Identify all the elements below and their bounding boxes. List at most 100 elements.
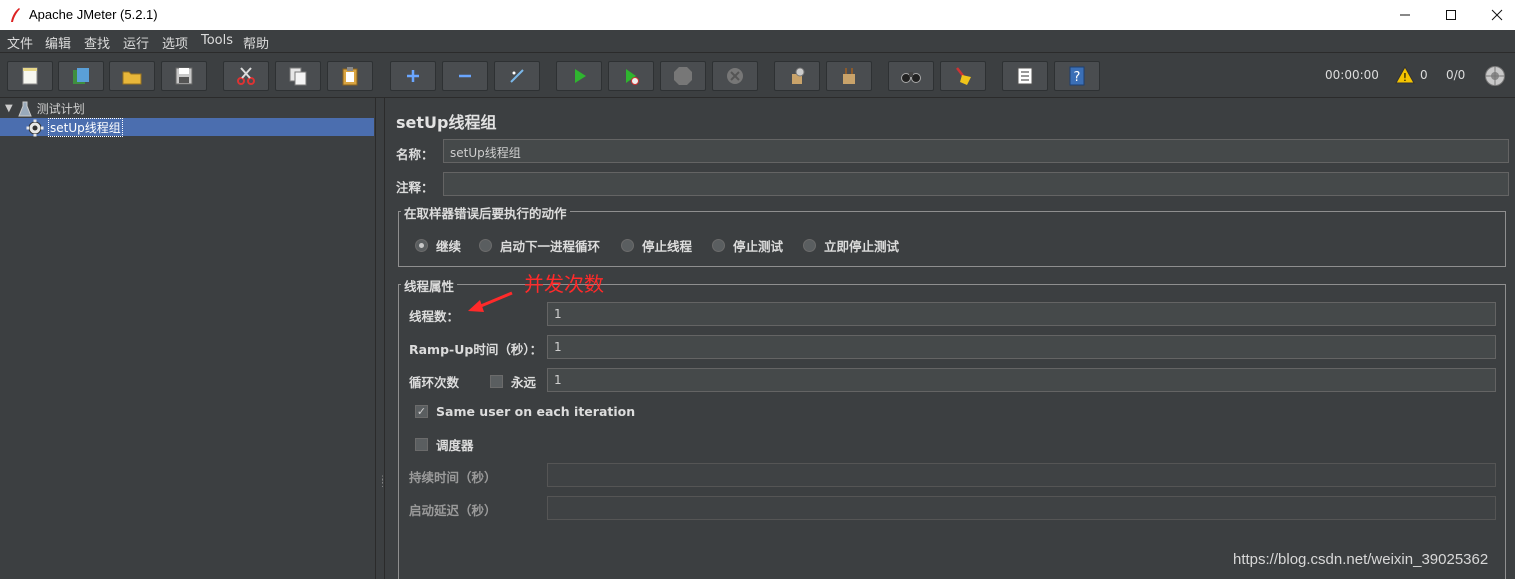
tree-node-setup-thread-group[interactable]: setUp线程组 (26, 118, 123, 137)
save-button[interactable] (161, 61, 207, 91)
radio-stop-test-label: 停止测试 (733, 239, 784, 254)
toggle-button[interactable] (494, 61, 540, 91)
cut-button[interactable] (223, 61, 269, 91)
name-field[interactable]: setUp线程组 (443, 139, 1509, 163)
new-file-icon (22, 67, 38, 85)
warning-count: 0 (1420, 68, 1428, 82)
active-threads: 0/0 (1446, 68, 1466, 82)
radio-start-next-loop[interactable]: 启动下一进程循环 (479, 236, 600, 255)
warning-icon[interactable]: ! (1395, 66, 1415, 84)
thread-properties-title: 线程属性 (401, 276, 458, 295)
radio-stop-test[interactable]: 停止测试 (712, 236, 783, 255)
annotation-arrow-icon (468, 291, 513, 312)
radio-stop-thread[interactable]: 停止线程 (621, 236, 692, 255)
binoculars-icon (901, 72, 921, 83)
radio-icon (621, 239, 634, 252)
threads-field[interactable]: 1 (547, 302, 1496, 326)
clear-button[interactable] (774, 61, 820, 91)
close-button[interactable] (1474, 0, 1515, 30)
start-button[interactable] (556, 61, 602, 91)
annotation-text: 并发次数 (524, 272, 604, 296)
play-icon (575, 69, 586, 83)
tree-node-test-plan[interactable]: ▼ 测试计划 (5, 99, 85, 118)
tree-child-label: setUp线程组 (48, 118, 123, 137)
scheduler-label: 调度器 (436, 438, 474, 453)
minimize-button[interactable] (1382, 0, 1428, 30)
loop-count-field[interactable]: 1 (547, 368, 1496, 392)
menu-file[interactable]: 文件 (7, 33, 33, 52)
radio-stop-test-now[interactable]: 立即停止测试 (803, 236, 899, 255)
paste-button[interactable] (327, 61, 373, 91)
maximize-button[interactable] (1428, 0, 1474, 30)
menu-run[interactable]: 运行 (123, 33, 149, 52)
test-plan-icon (17, 101, 32, 116)
thread-properties-group: 线程属性 (398, 276, 1506, 579)
menu-edit[interactable]: 编辑 (45, 33, 71, 52)
close-icon (1491, 9, 1503, 21)
expand-button[interactable] (390, 61, 436, 91)
new-button[interactable] (7, 61, 53, 91)
duration-field (547, 463, 1496, 487)
startup-delay-label: 启动延迟（秒） (409, 503, 497, 518)
same-user-checkbox[interactable]: ✓ Same user on each iteration (415, 404, 635, 419)
plus-icon (407, 70, 419, 82)
test-plan-tree: ▼ 测试计划 setUp线程组 (0, 98, 376, 579)
scheduler-checkbox[interactable]: 调度器 (415, 435, 474, 454)
radio-continue[interactable]: 继续 (415, 236, 461, 255)
templates-icon (73, 68, 89, 84)
function-helper-button[interactable] (1002, 61, 1048, 91)
shutdown-icon (727, 68, 743, 84)
menu-options[interactable]: 选项 (162, 33, 188, 52)
thread-group-panel: setUp线程组 名称： setUp线程组 注释： 在取样器错误后要执行的动作 … (386, 98, 1515, 579)
collapse-button[interactable] (442, 61, 488, 91)
menu-search[interactable]: 查找 (84, 33, 110, 52)
minimize-icon (1400, 14, 1410, 16)
comment-field[interactable] (443, 172, 1509, 196)
menu-help[interactable]: 帮助 (243, 33, 269, 52)
checkbox-checked-icon: ✓ (415, 405, 428, 418)
clear-all-broom-icon (843, 68, 855, 84)
loop-count-label: 循环次数 (409, 375, 460, 390)
rampup-field[interactable]: 1 (547, 335, 1496, 359)
reset-search-button[interactable] (940, 61, 986, 91)
radio-selected-icon (415, 239, 428, 252)
search-button[interactable] (888, 61, 934, 91)
menu-tools[interactable]: Tools (201, 33, 233, 48)
paste-icon (342, 67, 358, 86)
clear-all-button[interactable] (826, 61, 872, 91)
comment-label: 注释： (396, 180, 434, 195)
jmeter-feather-icon (11, 8, 20, 22)
save-icon (175, 67, 193, 85)
radio-icon (712, 239, 725, 252)
shutdown-button (712, 61, 758, 91)
expand-arrow-icon[interactable]: ▼ (5, 103, 13, 114)
watermark-url: https://blog.csdn.net/weixin_39025362 (1233, 551, 1489, 568)
toggle-wand-icon (510, 69, 524, 83)
same-user-label: Same user on each iteration (436, 404, 636, 419)
stop-icon (674, 67, 692, 85)
maximize-icon (1446, 10, 1456, 20)
start-no-pauses-button[interactable] (608, 61, 654, 91)
help-book-icon: ? (1069, 66, 1085, 86)
help-button[interactable]: ? (1054, 61, 1100, 91)
split-pane-divider[interactable]: ⋮ ⋮ (376, 98, 387, 579)
stop-button (660, 61, 706, 91)
copy-button[interactable] (275, 61, 321, 91)
startup-delay-field (547, 496, 1496, 520)
tree-root-label: 测试计划 (36, 102, 85, 116)
clear-broom-gear-icon (792, 67, 805, 84)
radio-stop-test-now-label: 立即停止测试 (824, 239, 900, 254)
templates-button[interactable] (58, 61, 104, 91)
forever-checkbox[interactable]: 永远 (490, 372, 536, 391)
radio-icon (479, 239, 492, 252)
elapsed-timer: 00:00:00 (1325, 68, 1379, 82)
list-icon (1017, 67, 1033, 85)
svg-text:!: ! (1403, 71, 1407, 84)
checkbox-icon (490, 375, 503, 388)
checkbox-icon (415, 438, 428, 451)
threads-label: 线程数： (409, 309, 460, 324)
open-folder-icon (122, 71, 142, 85)
toolbar: ? 00:00:00 ! 0 0/0 (0, 54, 1515, 98)
forever-label: 永远 (511, 375, 537, 390)
open-button[interactable] (109, 61, 155, 91)
